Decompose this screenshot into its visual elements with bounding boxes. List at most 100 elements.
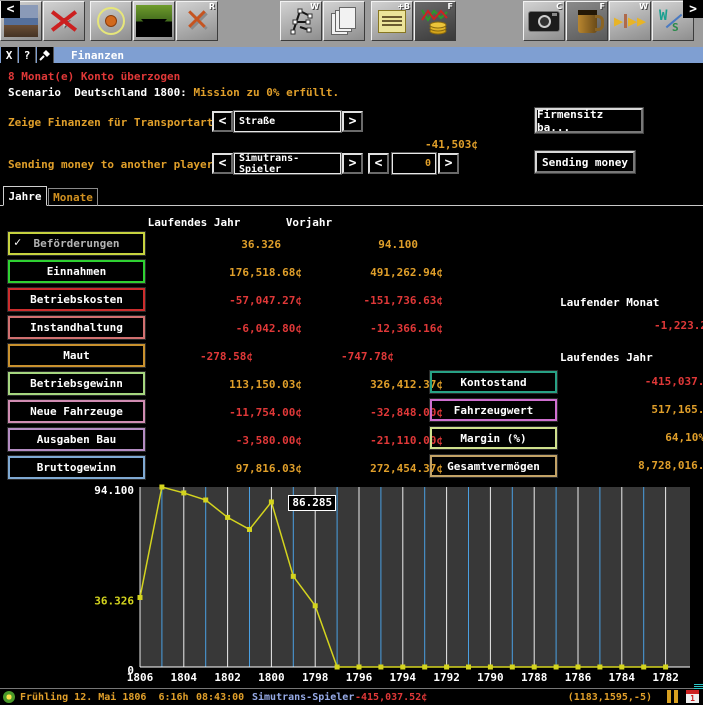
transport-combobox[interactable]: Straße [234, 111, 341, 132]
tab-monate[interactable]: Monate [48, 188, 98, 206]
help-button[interactable]: ? [19, 47, 36, 63]
column-header-previous-year: Vorjahr [234, 216, 384, 229]
side-button-margin[interactable]: Margin (%) [430, 427, 557, 449]
current-value-maut: -278.58¢ [140, 350, 253, 363]
svg-text:1788: 1788 [521, 671, 548, 684]
shortcut-label: W [639, 2, 648, 11]
tab-jahre[interactable]: Jahre [3, 186, 47, 206]
finance-row-button-neue-fahrzeuge[interactable]: Neue Fahrzeuge [8, 400, 145, 423]
row-label: Ausgaben Bau [37, 433, 116, 446]
player-combobox[interactable]: Simutrans-Spieler [234, 153, 341, 174]
status-bar: Frühling 12. Mai 1806 6:16h 08:43:00 Sim… [0, 688, 703, 705]
row-label: Betriebsgewinn [30, 377, 123, 390]
shortcut-label: C [556, 2, 562, 11]
current-value-betriebsgewinn: 113,150.03¢ [140, 378, 302, 391]
amount-input[interactable]: 0 [392, 153, 436, 174]
finance-row-button-instandhaltung[interactable]: Instandhaltung [8, 316, 145, 339]
toolbar-scroll-left-button[interactable]: < [1, 1, 20, 18]
player-name: Simutrans-Spieler [252, 692, 354, 703]
finance-chart[interactable]: 1806180418021800179817961794179217901788… [0, 480, 703, 685]
row-label: Einnahmen [47, 265, 107, 278]
side-button-label: Kontostand [460, 376, 526, 389]
pause-tool-button[interactable]: F [566, 1, 608, 41]
current-month-header: Laufender Monat [560, 296, 659, 309]
finances-tool-button[interactable]: F [414, 1, 456, 41]
railway-network-tool-button[interactable]: W [280, 1, 322, 41]
current-value-ausgaben-bau: -3,580.00¢ [140, 434, 302, 447]
send-money-button[interactable]: Sending money [535, 151, 635, 173]
finance-row-button-maut[interactable]: Maut [8, 344, 145, 367]
shortcut-label: W [310, 2, 319, 11]
side-button-fahrzeugwert[interactable]: Fahrzeugwert [430, 399, 557, 421]
lists-tool-button[interactable] [323, 1, 365, 41]
previous-value-maut: -747.78¢ [283, 350, 394, 363]
circle-marker-tool-button[interactable] [90, 1, 132, 41]
pin-icon [39, 49, 51, 61]
pin-button[interactable] [37, 47, 54, 63]
remove-tool-button[interactable]: ✕R [176, 1, 218, 41]
headquarters-button[interactable]: Firmensitz ba... [535, 108, 643, 133]
row-label: Bruttogewinn [37, 461, 116, 474]
overdraft-warning: 8 Monat(e) Konto überzogen [8, 70, 180, 83]
lower-terrain-tool-button[interactable] [133, 1, 175, 41]
player-next-button[interactable]: > [342, 153, 363, 174]
svg-text:1786: 1786 [565, 671, 592, 684]
svg-text:36.326: 36.326 [94, 595, 134, 608]
transport-balance: -41,503¢ [378, 138, 478, 151]
finance-row-button-betriebskosten[interactable]: Betriebskosten [8, 288, 145, 311]
amount-decrease-button[interactable]: < [368, 153, 389, 174]
map-coordinates: (1183,1595,-5) [568, 692, 652, 703]
transport-next-button[interactable]: > [342, 111, 363, 132]
account-balance: -415,037.52¢ [355, 692, 427, 703]
player-prev-button[interactable]: < [212, 153, 233, 174]
side-button-kontostand[interactable]: Kontostand [430, 371, 557, 393]
transport-prev-button[interactable]: < [212, 111, 233, 132]
finance-row-button-einnahmen[interactable]: Einnahmen [8, 260, 145, 283]
side-button-gesamtvermoegen[interactable]: Gesamtvermögen [430, 455, 557, 477]
side-value-fahrzeugwert: 517,165.4 [651, 403, 703, 416]
svg-text:1792: 1792 [433, 671, 460, 684]
amount-increase-button[interactable]: > [438, 153, 459, 174]
svg-text:1784: 1784 [609, 671, 636, 684]
finance-row-button-befoerderungen[interactable]: ✓Beförderungen [8, 232, 145, 255]
finance-row-button-bruttogewinn[interactable]: Bruttogewinn [8, 456, 145, 479]
camera-icon [528, 11, 560, 32]
simutrans-screen: { "toolbar": { "scroll_left": "<", "scro… [0, 0, 703, 705]
svg-text:94.100: 94.100 [94, 484, 134, 497]
previous-value-bruttogewinn: 272,454.37¢ [283, 462, 443, 475]
calendar-icon: 1 [686, 690, 699, 703]
no-plane-icon: ✈ [47, 5, 81, 37]
close-button[interactable]: X [1, 47, 18, 63]
screenshot-tool-button[interactable]: C [523, 1, 565, 41]
finance-row-button-ausgaben-bau[interactable]: Ausgaben Bau [8, 428, 145, 451]
previous-value-ausgaben-bau: -21,110.00¢ [283, 434, 443, 447]
fast-forward-icon: ▶▶▶ [614, 12, 646, 30]
lower-terrain-icon [136, 5, 172, 37]
finance-row-button-betriebsgewinn[interactable]: Betriebsgewinn [8, 372, 145, 395]
fast-forward-tool-button[interactable]: ▶▶▶W [609, 1, 651, 41]
finance-tabbar: Jahre Monate [0, 186, 703, 206]
send-money-label: Sending money to another player [8, 158, 213, 171]
previous-value-instandhaltung: -12,366.16¢ [283, 322, 443, 335]
network-time: 08:43:00 [196, 692, 244, 703]
svg-text:1800: 1800 [258, 671, 285, 684]
pause-indicator-bar [674, 690, 678, 703]
side-value-margin: 64,10% [665, 431, 703, 444]
side-value-gesamtvermoegen: 8,728,016.1 [638, 459, 703, 472]
scenario-status: Mission zu 0% erfüllt. [193, 86, 339, 99]
main-toolbar: ✈ ✕R W +B F C F ▶▶▶W WS < > [0, 0, 703, 47]
note-icon [378, 10, 406, 33]
row-label: Neue Fahrzeuge [30, 405, 123, 418]
current-value-neue-fahrzeuge: -11,754.00¢ [140, 406, 302, 419]
svg-text:1790: 1790 [477, 671, 504, 684]
toolbar-scroll-right-button[interactable]: > [683, 0, 703, 18]
finance-window-titlebar[interactable]: X ? Finanzen [0, 47, 703, 63]
current-value-bruttogewinn: 97,816.03¢ [140, 462, 302, 475]
previous-value-betriebsgewinn: 326,412.37¢ [283, 378, 443, 391]
no-plane-tool-button[interactable]: ✈ [43, 1, 85, 41]
previous-value-befoerderungen: 94.100 [283, 238, 418, 251]
message-ticker-tool-button[interactable]: +B [371, 1, 413, 41]
svg-text:1794: 1794 [390, 671, 417, 684]
remove-icon: ✕ [184, 6, 209, 36]
row-label: Beförderungen [33, 237, 119, 250]
